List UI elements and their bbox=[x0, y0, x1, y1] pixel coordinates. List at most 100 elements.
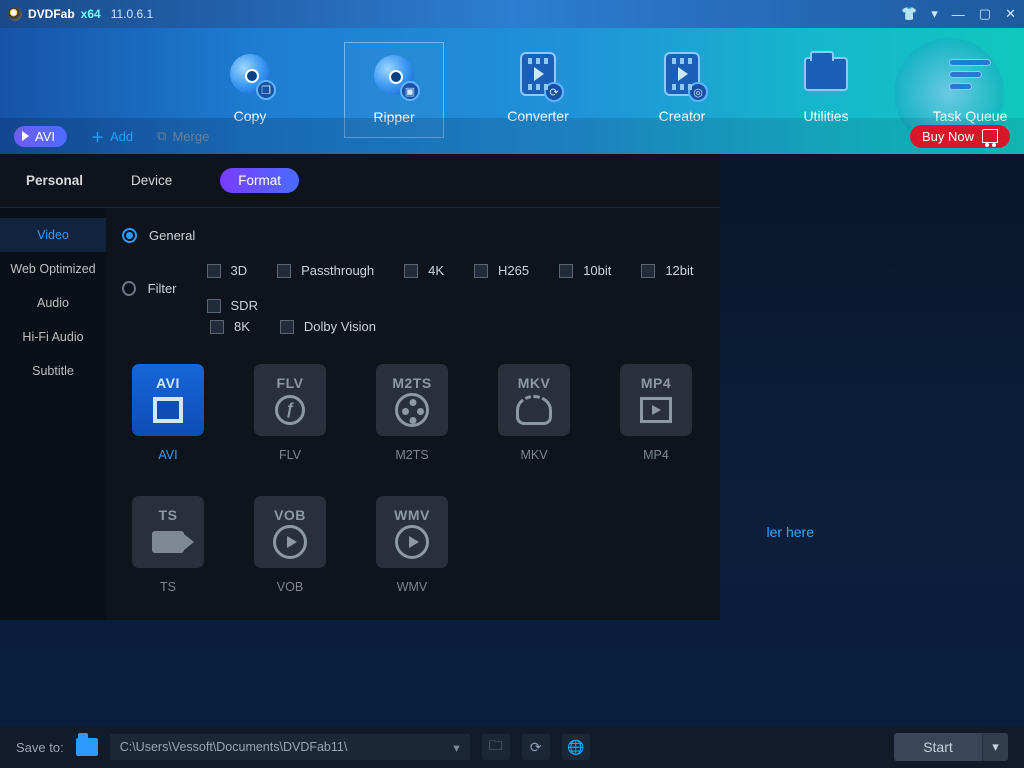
mode-general-row[interactable]: General bbox=[122, 228, 704, 243]
filter-12bit[interactable]: 12bit bbox=[641, 263, 693, 278]
buy-now-label: Buy Now bbox=[922, 129, 974, 144]
format-tile: VOB bbox=[254, 496, 326, 568]
format-code: VOB bbox=[274, 507, 306, 523]
panel-content: General Filter 3D Passthrough 4K H265 10bit 1… bbox=[106, 208, 720, 620]
creator-icon: ◎ bbox=[658, 50, 706, 98]
format-m2ts[interactable]: M2TS M2TS bbox=[366, 364, 458, 462]
side-item-web-optimized[interactable]: Web Optimized bbox=[0, 252, 106, 286]
side-item-hi-fi-audio[interactable]: Hi-Fi Audio bbox=[0, 320, 106, 354]
start-dropdown[interactable]: ▾ bbox=[982, 733, 1008, 761]
format-label: MP4 bbox=[643, 448, 669, 462]
folder-icon[interactable] bbox=[76, 738, 98, 756]
drop-hint: ler here bbox=[767, 524, 814, 540]
format-code: MKV bbox=[518, 375, 551, 391]
start-button[interactable]: Start bbox=[894, 733, 982, 761]
filter-8k[interactable]: 8K bbox=[210, 319, 250, 334]
format-label: VOB bbox=[277, 580, 303, 594]
checkbox-icon bbox=[277, 264, 291, 278]
format-code: MP4 bbox=[641, 375, 671, 391]
buy-now-button[interactable]: Buy Now bbox=[910, 125, 1010, 148]
mode-filter-label: Filter bbox=[148, 281, 177, 296]
side-item-video[interactable]: Video bbox=[0, 218, 106, 252]
add-label: Add bbox=[110, 129, 133, 144]
format-label: FLV bbox=[279, 448, 301, 462]
filter-4k[interactable]: 4K bbox=[404, 263, 444, 278]
add-button[interactable]: ＋ Add bbox=[91, 127, 133, 146]
checkbox-icon bbox=[474, 264, 488, 278]
panel-body: VideoWeb OptimizedAudioHi-Fi AudioSubtit… bbox=[0, 208, 720, 620]
filter-label: Dolby Vision bbox=[304, 319, 376, 334]
merge-button[interactable]: ⧉ Merge bbox=[157, 128, 209, 144]
ripper-icon: ▣ bbox=[370, 51, 418, 99]
filter-passthrough[interactable]: Passthrough bbox=[277, 263, 374, 278]
action-strip: AVI ＋ Add ⧉ Merge Buy Now bbox=[0, 118, 1024, 154]
format-ts[interactable]: TS TS bbox=[122, 496, 214, 594]
minimize-icon[interactable]: — bbox=[952, 7, 965, 22]
checkbox-icon bbox=[210, 320, 224, 334]
chevron-down-icon: ▾ bbox=[453, 740, 459, 755]
tab-device[interactable]: Device bbox=[131, 173, 172, 188]
format-avi[interactable]: AVIAVI bbox=[122, 364, 214, 462]
web-button[interactable]: 🌐 bbox=[562, 734, 590, 760]
merge-label: Merge bbox=[172, 129, 209, 144]
format-code: WMV bbox=[394, 507, 430, 523]
format-label: TS bbox=[160, 580, 176, 594]
menu-icon[interactable]: ▾ bbox=[931, 6, 938, 22]
filter-h265[interactable]: H265 bbox=[474, 263, 529, 278]
close-icon[interactable]: ✕ bbox=[1005, 6, 1016, 22]
format-flv[interactable]: FLVƒ FLV bbox=[244, 364, 336, 462]
side-item-subtitle[interactable]: Subtitle bbox=[0, 354, 106, 388]
window-controls: 👕 ▾ — ▢ ✕ bbox=[901, 6, 1016, 22]
format-vob[interactable]: VOB VOB bbox=[244, 496, 336, 594]
film-icon bbox=[150, 395, 186, 425]
radio-filter[interactable] bbox=[122, 281, 136, 296]
format-code: AVI bbox=[156, 375, 180, 391]
side-item-audio[interactable]: Audio bbox=[0, 286, 106, 320]
radio-general[interactable] bbox=[122, 228, 137, 243]
mode-general-label: General bbox=[149, 228, 195, 243]
app-name: DVDFab bbox=[28, 7, 75, 21]
filter-label: Passthrough bbox=[301, 263, 374, 278]
tab-personal[interactable]: Personal bbox=[26, 173, 83, 188]
save-path-dropdown[interactable]: C:\Users\Vessoft\Documents\DVDFab11\ ▾ bbox=[110, 734, 470, 760]
copy-icon: ❐ bbox=[226, 50, 274, 98]
browse-folder-button[interactable]: 🗀 bbox=[482, 734, 510, 760]
tab-format[interactable]: Format bbox=[220, 168, 299, 193]
profile-chip[interactable]: AVI bbox=[14, 126, 67, 147]
side-categories: VideoWeb OptimizedAudioHi-Fi AudioSubtit… bbox=[0, 208, 106, 620]
filter-sdr[interactable]: SDR bbox=[207, 298, 258, 313]
format-tile: FLVƒ bbox=[254, 364, 326, 436]
filter-label: 12bit bbox=[665, 263, 693, 278]
title-bar: DVDFab x64 11.0.6.1 👕 ▾ — ▢ ✕ bbox=[0, 0, 1024, 28]
maximize-icon[interactable]: ▢ bbox=[979, 6, 991, 22]
format-tile: TS bbox=[132, 496, 204, 568]
filter-10bit[interactable]: 10bit bbox=[559, 263, 611, 278]
promo-icon[interactable]: 👕 bbox=[901, 6, 917, 22]
start-group: Start ▾ bbox=[894, 733, 1008, 761]
checkbox-icon bbox=[559, 264, 573, 278]
flash-icon: ƒ bbox=[272, 395, 308, 425]
checkbox-icon bbox=[641, 264, 655, 278]
format-mp4[interactable]: MP4 MP4 bbox=[610, 364, 702, 462]
filter-label: 8K bbox=[234, 319, 250, 334]
mode-filter-row[interactable]: Filter 3D Passthrough 4K H265 10bit 12bit SDR bbox=[122, 263, 704, 313]
refresh-button[interactable]: ⟳ bbox=[522, 734, 550, 760]
utilities-icon bbox=[802, 50, 850, 98]
filter-3d[interactable]: 3D bbox=[207, 263, 248, 278]
filter-dolby-vision[interactable]: Dolby Vision bbox=[280, 319, 376, 334]
merge-icon: ⧉ bbox=[157, 128, 166, 144]
body-area: ler here Personal Device Format VideoWeb… bbox=[0, 154, 1024, 726]
app-version: 11.0.6.1 bbox=[111, 7, 153, 21]
hero-band: ❐ Copy ▣ Ripper ⟳ Converter ◎ Creator Ut… bbox=[0, 28, 1024, 154]
checkbox-icon bbox=[207, 264, 221, 278]
format-label: MKV bbox=[520, 448, 547, 462]
format-wmv[interactable]: WMVWMV bbox=[366, 496, 458, 594]
app-arch: x64 bbox=[81, 7, 101, 21]
format-code: M2TS bbox=[392, 375, 431, 391]
format-label: M2TS bbox=[395, 448, 428, 462]
mp4-icon bbox=[638, 395, 674, 425]
format-mkv[interactable]: MKV MKV bbox=[488, 364, 580, 462]
mkv-icon bbox=[516, 395, 552, 425]
reel-icon bbox=[394, 395, 430, 425]
filter-label: 3D bbox=[231, 263, 248, 278]
